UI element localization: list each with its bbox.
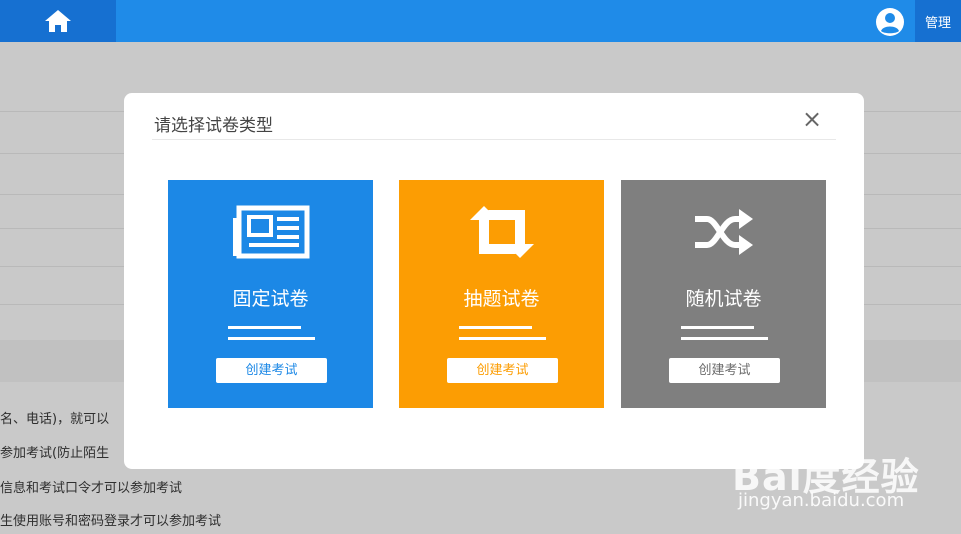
user-icon[interactable] (875, 7, 905, 37)
decorative-bar (681, 337, 768, 340)
watermark-url: jingyan.baidu.com (738, 490, 905, 511)
dialog-title: 请选择试卷类型 (154, 116, 273, 136)
decorative-bar (681, 326, 754, 329)
decorative-bar (459, 326, 532, 329)
option-description: 参加考试(防止陌生 (0, 446, 110, 461)
dialog-divider (152, 139, 836, 140)
close-button[interactable]: × (800, 107, 824, 131)
baidu-watermark: Bai度经验 jingyan.baidu.com (732, 426, 932, 526)
create-exam-button[interactable]: 创建考试 (216, 358, 327, 383)
card-title: 抽题试卷 (463, 288, 540, 310)
fixed-paper-card[interactable]: 固定试卷 创建考试 (168, 180, 373, 408)
home-icon (45, 10, 71, 32)
home-button[interactable] (0, 0, 116, 42)
random-paper-card[interactable]: 随机试卷 创建考试 (621, 180, 826, 408)
paper-type-dialog: 请选择试卷类型 × 固定试卷 创建考试 抽题试卷 创建考试 随机试卷 创建考试 (124, 93, 864, 469)
create-exam-button[interactable]: 创建考试 (669, 358, 780, 383)
manage-button[interactable]: 管理 (915, 0, 961, 42)
decorative-bar (228, 337, 315, 340)
option-description: 名、电话)，就可以 (0, 412, 110, 427)
newspaper-icon (232, 205, 309, 259)
draw-paper-card[interactable]: 抽题试卷 创建考试 (399, 180, 604, 408)
retweet-icon (469, 206, 534, 258)
option-description: 生使用账号和密码登录才可以参加考试 (0, 514, 222, 529)
option-description: 信息和考试口令才可以参加考试 (0, 481, 183, 496)
card-title: 固定试卷 (232, 288, 309, 310)
card-title: 随机试卷 (685, 288, 762, 310)
top-navigation-bar: 管理 (0, 0, 961, 42)
decorative-bar (459, 337, 546, 340)
create-exam-button[interactable]: 创建考试 (447, 358, 558, 383)
shuffle-icon (694, 209, 753, 255)
decorative-bar (228, 326, 301, 329)
